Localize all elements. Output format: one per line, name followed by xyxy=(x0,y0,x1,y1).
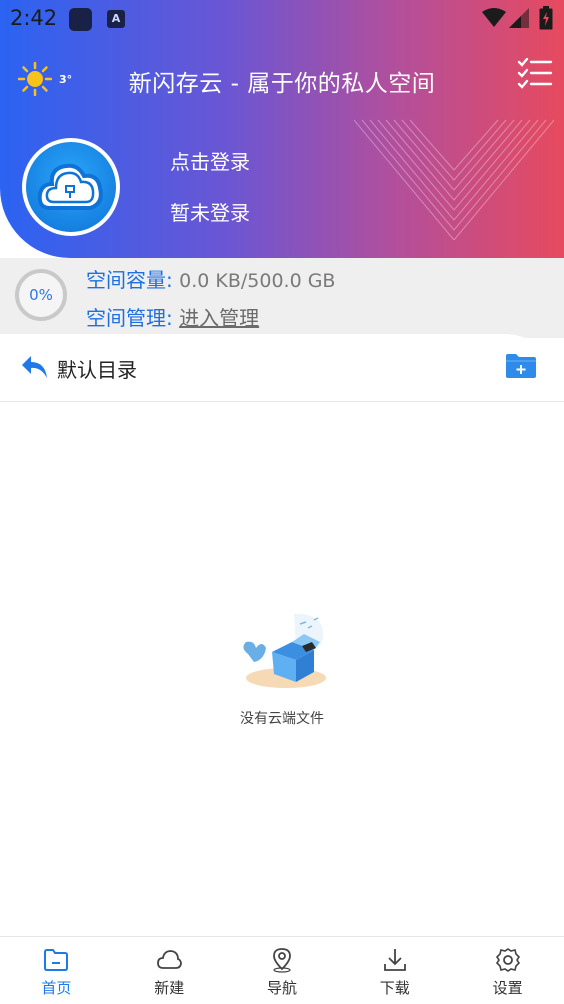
empty-box-illustration xyxy=(243,613,326,688)
nav-label: 导航 xyxy=(266,979,297,997)
cloud-icon xyxy=(157,950,183,969)
directory-bar: 默认目录 xyxy=(0,334,564,402)
cloud-logo-icon xyxy=(26,142,116,232)
new-folder-icon[interactable] xyxy=(505,353,537,379)
header: 2:42 A 3° 新闪存云 - 属于你的私人空间 点击登录 暂未登录 xyxy=(0,0,564,258)
battery-icon xyxy=(539,6,553,30)
wifi-icon xyxy=(482,8,506,27)
nav-label: 新建 xyxy=(154,979,185,997)
nav-settings[interactable]: 设置 xyxy=(451,937,564,1004)
app-notification-icon xyxy=(69,8,92,31)
capacity-row: 空间容量: 0.0 KB/500.0 GB xyxy=(86,264,335,293)
nav-label: 下载 xyxy=(379,979,410,997)
nav-download[interactable]: 下载 xyxy=(338,937,451,1004)
nav-home[interactable]: 首页 xyxy=(0,937,113,1004)
gear-icon xyxy=(495,948,520,972)
back-arrow-icon[interactable] xyxy=(20,354,48,380)
checklist-menu-icon[interactable] xyxy=(517,58,553,90)
login-status: 暂未登录 xyxy=(170,201,250,225)
storage-info: 0% 空间容量: 0.0 KB/500.0 GB 空间管理: 进入管理 xyxy=(0,258,564,338)
keyboard-notification-icon: A xyxy=(107,10,125,28)
bottom-nav: 首页 新建 导航 下载 设置 xyxy=(0,936,564,1004)
nav-label: 设置 xyxy=(492,979,523,997)
folder-icon xyxy=(44,949,69,971)
capacity-value: 0.0 KB/500.0 GB xyxy=(179,270,336,292)
app-title: 新闪存云 - 属于你的私人空间 xyxy=(128,71,436,97)
location-icon xyxy=(273,948,291,973)
nav-new[interactable]: 新建 xyxy=(113,937,226,1004)
capacity-label: 空间容量: xyxy=(86,268,173,292)
login-link[interactable]: 点击登录 xyxy=(170,146,250,175)
manage-link[interactable]: 进入管理 xyxy=(179,306,259,330)
nav-label: 首页 xyxy=(41,979,72,997)
signal-icon xyxy=(509,8,529,28)
avatar[interactable] xyxy=(22,138,120,236)
status-bar: 2:42 A xyxy=(0,0,564,38)
empty-state-text: 没有云端文件 xyxy=(240,711,324,727)
file-browser: 默认目录 没有云端文件 xyxy=(0,334,564,936)
directory-title: 默认目录 xyxy=(57,358,137,382)
manage-label: 空间管理: xyxy=(86,306,173,330)
usage-ring: 0% xyxy=(15,269,67,321)
download-icon xyxy=(383,949,406,971)
manage-row: 空间管理: 进入管理 xyxy=(86,302,259,331)
decorative-lines xyxy=(354,119,555,240)
status-time: 2:42 xyxy=(10,6,58,30)
nav-navigation[interactable]: 导航 xyxy=(226,937,339,1004)
